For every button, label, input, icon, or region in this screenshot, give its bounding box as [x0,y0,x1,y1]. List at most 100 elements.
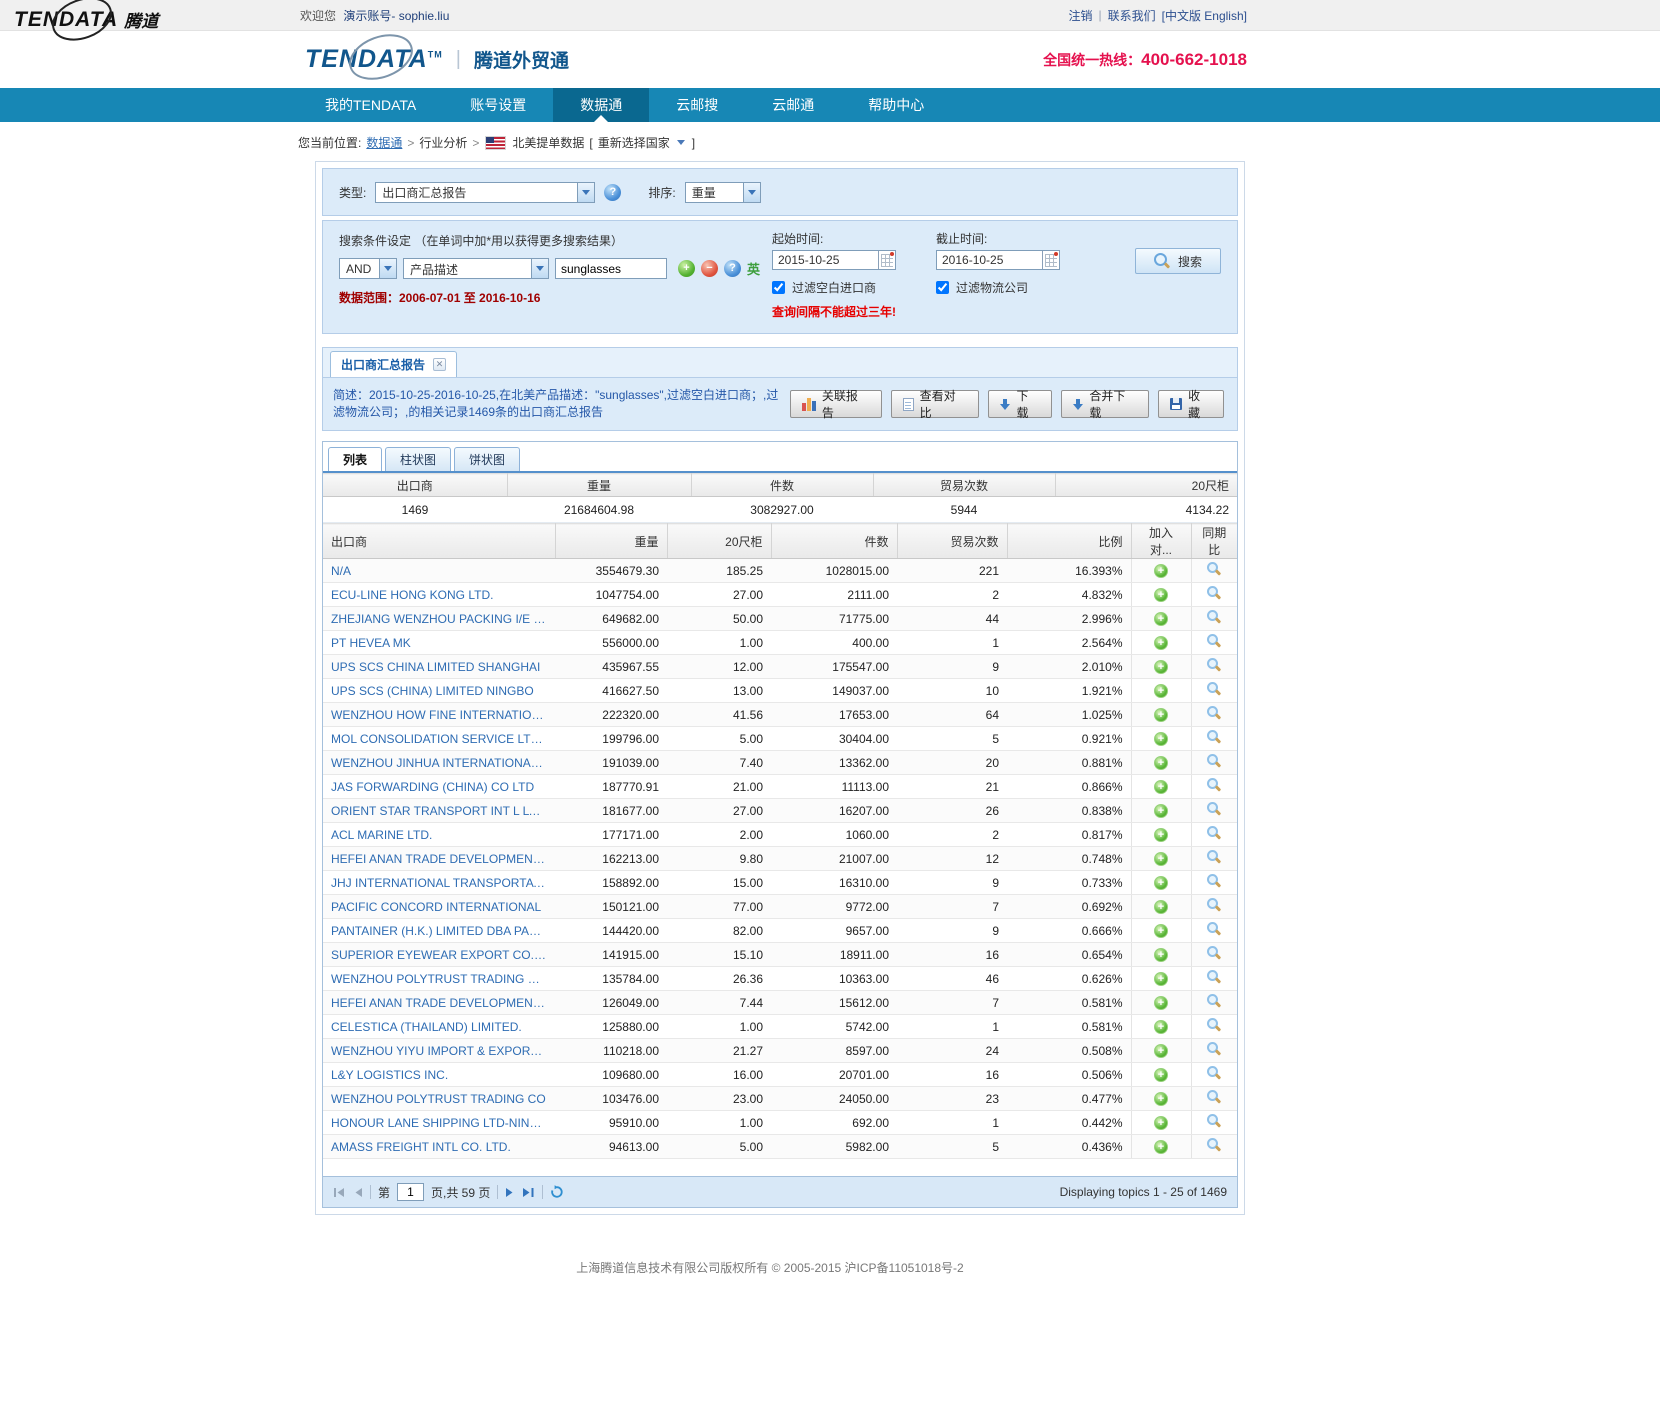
yoy-search-icon[interactable] [1207,1018,1221,1032]
calendar-icon[interactable] [1042,251,1059,269]
add-compare-icon[interactable]: + [1154,1092,1168,1106]
exporter-name-link[interactable]: UPS SCS (CHINA) LIMITED NINGBO [331,684,547,698]
yoy-search-icon[interactable] [1207,706,1221,720]
exporter-name-link[interactable]: WENZHOU HOW FINE INTERNATIONAL... [331,708,547,722]
add-compare-icon[interactable]: + [1154,588,1168,602]
contact-link[interactable]: 联系我们 [1108,7,1156,24]
exporter-name-link[interactable]: HONOUR LANE SHIPPING LTD-NINGBO [331,1116,547,1130]
next-page-icon[interactable] [505,1187,515,1198]
yoy-search-icon[interactable] [1207,586,1221,600]
first-page-icon[interactable] [333,1187,346,1198]
合并下载-button[interactable]: 合并下载 [1061,390,1149,418]
yoy-search-icon[interactable] [1207,802,1221,816]
add-compare-icon[interactable]: + [1154,1020,1168,1034]
nav-item-数据通[interactable]: 数据通 [553,88,649,122]
add-compare-icon[interactable]: + [1154,1116,1168,1130]
yoy-search-icon[interactable] [1207,1090,1221,1104]
help-icon[interactable]: ? [724,260,741,277]
yoy-search-icon[interactable] [1207,898,1221,912]
boolean-operator-select[interactable]: AND [339,258,397,279]
breadcrumb-module-link[interactable]: 数据通 [366,134,402,151]
add-compare-icon[interactable]: + [1154,996,1168,1010]
chevron-down-icon[interactable] [531,259,548,278]
exporter-name-link[interactable]: PT HEVEA MK [331,636,547,650]
add-compare-icon[interactable]: + [1154,1044,1168,1058]
refresh-icon[interactable] [550,1185,564,1199]
add-compare-icon[interactable]: + [1154,900,1168,914]
search-button[interactable]: 搜索 [1135,248,1221,274]
exporter-name-link[interactable]: MOL CONSOLIDATION SERVICE LTD O/B [331,732,547,746]
exporter-name-link[interactable]: WENZHOU POLYTRUST TRADING CO., ... [331,972,547,986]
chevron-down-icon[interactable] [677,140,685,145]
yoy-search-icon[interactable] [1207,874,1221,888]
add-compare-icon[interactable]: + [1154,708,1168,722]
exporter-name-link[interactable]: JAS FORWARDING (CHINA) CO LTD [331,780,547,794]
nav-item-云邮通[interactable]: 云邮通 [745,88,841,122]
nav-item-我的TENDATA[interactable]: 我的TENDATA [298,88,443,122]
start-date-input[interactable]: 2015-10-25 [772,250,896,270]
exporter-name-link[interactable]: UPS SCS CHINA LIMITED SHANGHAI [331,660,547,674]
exporter-name-link[interactable]: N/A [331,564,547,578]
exporter-name-link[interactable]: WENZHOU POLYTRUST TRADING CO [331,1092,547,1106]
查看对比-button[interactable]: 查看对比 [891,390,980,418]
chevron-down-icon[interactable] [577,183,594,202]
exporter-name-link[interactable]: WENZHOU YIYU IMPORT & EXPORT C... [331,1044,547,1058]
add-compare-icon[interactable]: + [1154,972,1168,986]
yoy-search-icon[interactable] [1207,1066,1221,1080]
exporter-name-link[interactable]: ACL MARINE LTD. [331,828,547,842]
exporter-name-link[interactable]: PACIFIC CONCORD INTERNATIONAL [331,900,547,914]
remove-condition-icon[interactable]: − [701,260,718,277]
add-compare-icon[interactable]: + [1154,636,1168,650]
yoy-search-icon[interactable] [1207,946,1221,960]
exporter-name-link[interactable]: HEFEI ANAN TRADE DEVELOPMENT CO... [331,996,547,1010]
logout-link[interactable]: 注销 [1068,7,1092,24]
yoy-search-icon[interactable] [1207,562,1221,576]
exporter-name-link[interactable]: PANTAINER (H.K.) LIMITED DBA PANTAI [331,924,547,938]
add-compare-icon[interactable]: + [1154,684,1168,698]
add-compare-icon[interactable]: + [1154,804,1168,818]
keyword-input[interactable] [555,258,667,279]
yoy-search-icon[interactable] [1207,778,1221,792]
add-compare-icon[interactable]: + [1154,948,1168,962]
add-compare-icon[interactable]: + [1154,612,1168,626]
add-compare-icon[interactable]: + [1154,732,1168,746]
关联报告-button[interactable]: 关联报告 [790,390,882,418]
exporter-name-link[interactable]: SUPERIOR EYEWEAR EXPORT CO.LLC [331,948,547,962]
help-icon[interactable]: ? [604,184,621,201]
add-compare-icon[interactable]: + [1154,756,1168,770]
exporter-name-link[interactable]: JHJ INTERNATIONAL TRANSPORTATIO... [331,876,547,890]
exporter-name-link[interactable]: ZHEJIANG WENZHOU PACKING I/E CORP. [331,612,547,626]
prev-page-icon[interactable] [353,1187,363,1198]
yoy-search-icon[interactable] [1207,922,1221,936]
add-compare-icon[interactable]: + [1154,564,1168,578]
add-compare-icon[interactable]: + [1154,660,1168,674]
yoy-search-icon[interactable] [1207,634,1221,648]
exporter-name-link[interactable]: HEFEI ANAN TRADE DEVELOPMENT CO... [331,852,547,866]
yoy-search-icon[interactable] [1207,754,1221,768]
yoy-search-icon[interactable] [1207,1042,1221,1056]
add-compare-icon[interactable]: + [1154,1068,1168,1082]
page-number-input[interactable] [397,1183,424,1201]
下载-button[interactable]: 下载 [988,390,1052,418]
add-compare-icon[interactable]: + [1154,1140,1168,1154]
view-tab-列表[interactable]: 列表 [328,447,382,471]
add-condition-icon[interactable]: + [678,260,695,277]
exporter-name-link[interactable]: ORIENT STAR TRANSPORT INT L LTD RM [331,804,547,818]
exporter-name-link[interactable]: WENZHOU JINHUA INTERNATIONAL T... [331,756,547,770]
exporter-name-link[interactable]: CELESTICA (THAILAND) LIMITED. [331,1020,547,1034]
language-switch-link[interactable]: [中文版 English] [1162,7,1247,24]
exporter-name-link[interactable]: L&Y LOGISTICS INC. [331,1068,547,1082]
exporter-name-link[interactable]: AMASS FREIGHT INTL CO. LTD. [331,1140,547,1154]
search-field-select[interactable]: 产品描述 [403,258,549,279]
yoy-search-icon[interactable] [1207,658,1221,672]
sort-select[interactable]: 重量 [685,182,761,203]
yoy-search-icon[interactable] [1207,730,1221,744]
yoy-search-icon[interactable] [1207,970,1221,984]
filter-blank-importer-checkbox[interactable] [772,281,785,294]
close-icon[interactable]: ✕ [433,358,446,371]
english-toggle-button[interactable]: 英 [747,259,760,278]
report-tab[interactable]: 出口商汇总报告 ✕ [330,351,457,377]
add-compare-icon[interactable]: + [1154,924,1168,938]
yoy-search-icon[interactable] [1207,610,1221,624]
yoy-search-icon[interactable] [1207,994,1221,1008]
